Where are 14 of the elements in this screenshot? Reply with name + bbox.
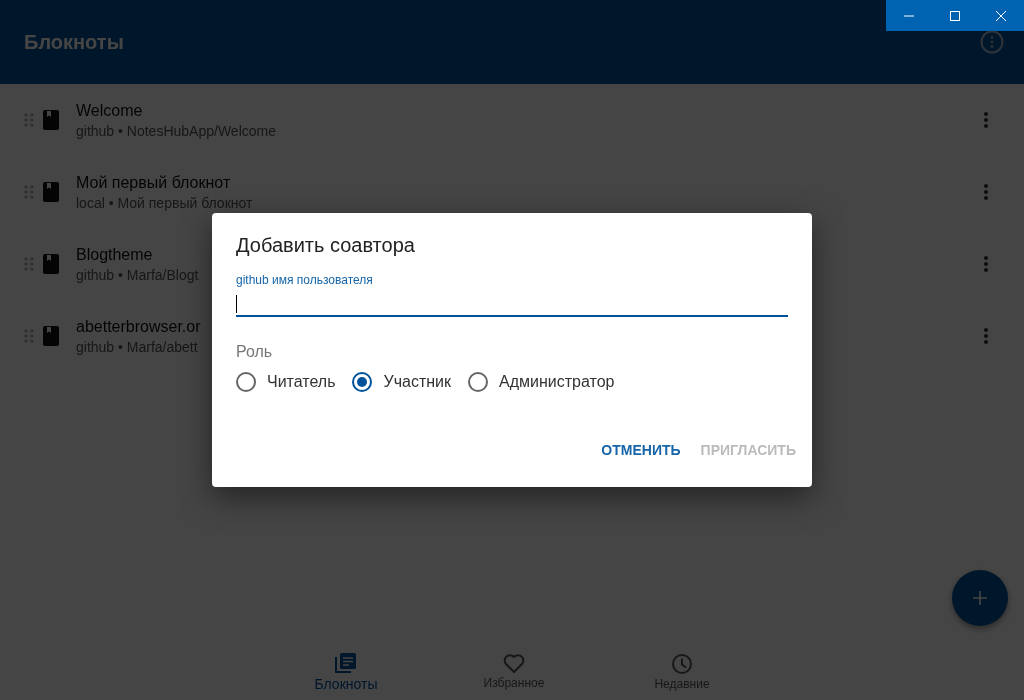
close-icon [995, 9, 1007, 22]
dialog-button[interactable]: ОТМЕНИТЬ [593, 434, 689, 466]
notebook-title[interactable]: Blogtheme [76, 245, 153, 264]
app-title: Блокноты [24, 30, 124, 54]
username-field[interactable]: github имя пользователя [236, 273, 788, 317]
role-radio[interactable]: Участник [352, 372, 451, 392]
notebook-title[interactable]: Welcome [76, 101, 143, 120]
notebook-title[interactable]: abetterbrowser.or [76, 317, 201, 336]
role-radio[interactable]: Читатель [236, 372, 336, 392]
notebook-title[interactable]: Мой первый блокнот [76, 173, 231, 192]
maximize-icon [949, 9, 961, 22]
role-radio[interactable]: Администратор [468, 372, 615, 392]
role-label: Роль [236, 343, 274, 361]
dialog-title: Добавить соавтора [236, 234, 416, 257]
